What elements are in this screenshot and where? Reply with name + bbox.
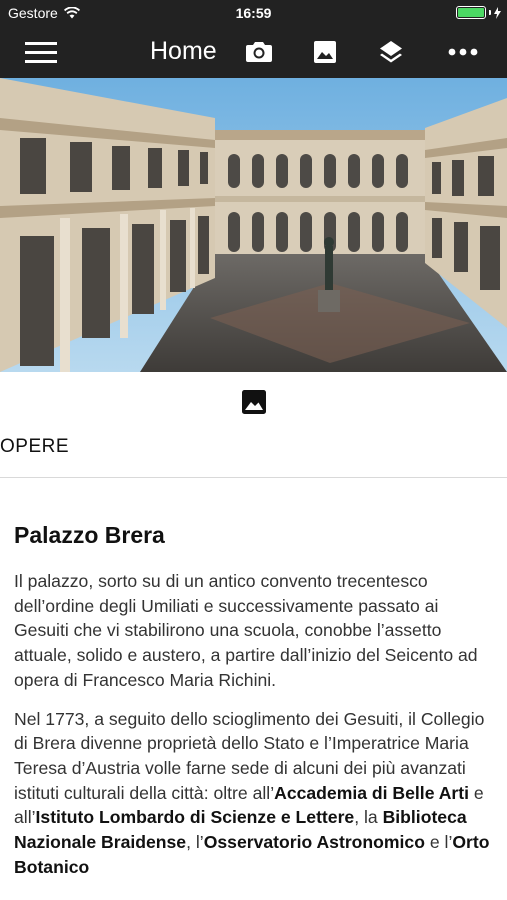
page-title: Home bbox=[150, 37, 217, 65]
text-run: e l’ bbox=[424, 832, 453, 853]
article-paragraph: Il palazzo, sorto su di un antico conven… bbox=[14, 571, 478, 690]
article-paragraph: Nel 1773, a seguito dello scioglimento d… bbox=[14, 707, 494, 880]
image-icon[interactable] bbox=[308, 35, 342, 69]
article-title: Palazzo Brera bbox=[14, 522, 165, 548]
bold-run: Osservatorio Astronomico bbox=[203, 832, 425, 853]
bold-run: Accademia di Belle Arti bbox=[274, 782, 470, 803]
image-icon bbox=[242, 390, 266, 414]
battery-icon bbox=[456, 6, 486, 19]
article: Palazzo Brera Il palazzo, sorto su di un… bbox=[14, 522, 494, 893]
nav-bar: Home bbox=[0, 27, 507, 78]
menu-icon[interactable] bbox=[24, 35, 58, 69]
text-run: , l’ bbox=[186, 832, 204, 853]
more-icon[interactable] bbox=[446, 35, 480, 69]
bold-run: Istituto Lombardo di Scienze e Lettere bbox=[35, 807, 355, 828]
status-bar: Gestore 16:59 bbox=[0, 0, 507, 27]
clock: 16:59 bbox=[235, 5, 272, 21]
opere-label: OPERE bbox=[0, 436, 70, 457]
battery-cap bbox=[489, 10, 491, 15]
text-run: , la bbox=[354, 807, 383, 828]
camera-icon[interactable] bbox=[242, 35, 276, 69]
hero-image bbox=[0, 78, 507, 372]
status-right bbox=[456, 6, 501, 19]
layers-icon[interactable] bbox=[374, 35, 408, 69]
charging-icon bbox=[494, 6, 501, 19]
